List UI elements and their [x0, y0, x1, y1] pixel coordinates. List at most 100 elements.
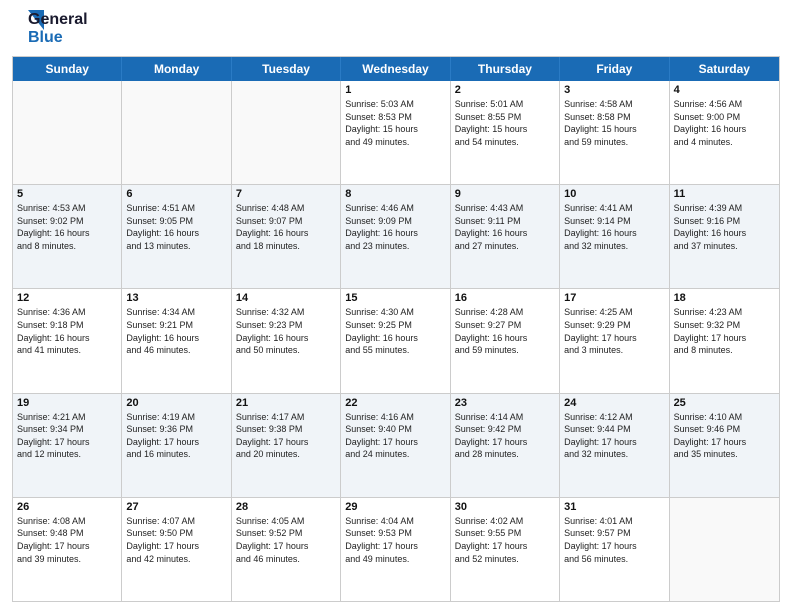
day-info: Sunrise: 4:48 AM Sunset: 9:07 PM Dayligh…	[236, 202, 336, 252]
cal-cell: 9 Sunrise: 4:43 AM Sunset: 9:11 PM Daylig…	[451, 185, 560, 288]
day-number: 2	[455, 84, 555, 96]
cal-cell: 10 Sunrise: 4:41 AM Sunset: 9:14 PM Dayli…	[560, 185, 669, 288]
cal-cell	[670, 498, 779, 601]
day-number: 15	[345, 292, 445, 304]
cal-cell: 29 Sunrise: 4:04 AM Sunset: 9:53 PM Dayli…	[341, 498, 450, 601]
day-number: 5	[17, 188, 117, 200]
day-number: 29	[345, 501, 445, 513]
day-info: Sunrise: 4:02 AM Sunset: 9:55 PM Dayligh…	[455, 515, 555, 565]
cal-header-friday: Friday	[560, 57, 669, 81]
day-number: 9	[455, 188, 555, 200]
day-info: Sunrise: 4:39 AM Sunset: 9:16 PM Dayligh…	[674, 202, 775, 252]
cal-cell	[232, 81, 341, 184]
day-number: 17	[564, 292, 664, 304]
cal-header-wednesday: Wednesday	[341, 57, 450, 81]
cal-cell: 28 Sunrise: 4:05 AM Sunset: 9:52 PM Dayli…	[232, 498, 341, 601]
cal-cell: 26 Sunrise: 4:08 AM Sunset: 9:48 PM Dayli…	[13, 498, 122, 601]
cal-cell: 8Sunrise: 4:46 AM Sunset: 9:09 PM Daylig…	[341, 185, 450, 288]
cal-cell: 22 Sunrise: 4:16 AM Sunset: 9:40 PM Dayli…	[341, 394, 450, 497]
cal-week-2: 5 Sunrise: 4:53 AM Sunset: 9:02 PM Daylig…	[13, 185, 779, 289]
cal-cell: 11 Sunrise: 4:39 AM Sunset: 9:16 PM Dayli…	[670, 185, 779, 288]
day-number: 22	[345, 397, 445, 409]
cal-cell: 3 Sunrise: 4:58 AM Sunset: 8:58 PM Daylig…	[560, 81, 669, 184]
day-number: 25	[674, 397, 775, 409]
day-info: Sunrise: 4:16 AM Sunset: 9:40 PM Dayligh…	[345, 411, 445, 461]
day-info: Sunrise: 4:51 AM Sunset: 9:05 PM Dayligh…	[126, 202, 226, 252]
logo: GeneralBlue	[12, 10, 88, 48]
day-info: Sunrise: 4:01 AM Sunset: 9:57 PM Dayligh…	[564, 515, 664, 565]
cal-cell: 15 Sunrise: 4:30 AM Sunset: 9:25 PM Dayli…	[341, 289, 450, 392]
cal-cell: 5 Sunrise: 4:53 AM Sunset: 9:02 PM Daylig…	[13, 185, 122, 288]
cal-week-1: 1 Sunrise: 5:03 AM Sunset: 8:53 PM Daylig…	[13, 81, 779, 185]
cal-cell: 7 Sunrise: 4:48 AM Sunset: 9:07 PM Daylig…	[232, 185, 341, 288]
cal-cell: 20 Sunrise: 4:19 AM Sunset: 9:36 PM Dayli…	[122, 394, 231, 497]
day-info: Sunrise: 4:08 AM Sunset: 9:48 PM Dayligh…	[17, 515, 117, 565]
cal-cell: 21Sunrise: 4:17 AM Sunset: 9:38 PM Dayli…	[232, 394, 341, 497]
logo-blue-text: Blue	[28, 29, 88, 47]
day-info: Sunrise: 4:30 AM Sunset: 9:25 PM Dayligh…	[345, 306, 445, 356]
cal-cell: 17 Sunrise: 4:25 AM Sunset: 9:29 PM Dayli…	[560, 289, 669, 392]
day-info: Sunrise: 4:36 AM Sunset: 9:18 PM Dayligh…	[17, 306, 117, 356]
day-number: 12	[17, 292, 117, 304]
day-info: Sunrise: 4:10 AM Sunset: 9:46 PM Dayligh…	[674, 411, 775, 461]
day-number: 28	[236, 501, 336, 513]
cal-cell: 24 Sunrise: 4:12 AM Sunset: 9:44 PM Dayli…	[560, 394, 669, 497]
day-number: 14	[236, 292, 336, 304]
header: GeneralBlue	[12, 10, 780, 48]
day-number: 10	[564, 188, 664, 200]
cal-cell: 19Sunrise: 4:21 AM Sunset: 9:34 PM Dayli…	[13, 394, 122, 497]
day-info: Sunrise: 4:41 AM Sunset: 9:14 PM Dayligh…	[564, 202, 664, 252]
day-info: Sunrise: 4:34 AM Sunset: 9:21 PM Dayligh…	[126, 306, 226, 356]
cal-cell: 4 Sunrise: 4:56 AM Sunset: 9:00 PM Daylig…	[670, 81, 779, 184]
day-info: Sunrise: 4:19 AM Sunset: 9:36 PM Dayligh…	[126, 411, 226, 461]
day-number: 1	[345, 84, 445, 96]
day-info: Sunrise: 4:58 AM Sunset: 8:58 PM Dayligh…	[564, 98, 664, 148]
day-number: 23	[455, 397, 555, 409]
cal-header-thursday: Thursday	[451, 57, 560, 81]
cal-cell: 23 Sunrise: 4:14 AM Sunset: 9:42 PM Dayli…	[451, 394, 560, 497]
day-number: 26	[17, 501, 117, 513]
day-info: Sunrise: 5:01 AM Sunset: 8:55 PM Dayligh…	[455, 98, 555, 148]
day-number: 7	[236, 188, 336, 200]
cal-header-tuesday: Tuesday	[232, 57, 341, 81]
day-info: Sunrise: 4:05 AM Sunset: 9:52 PM Dayligh…	[236, 515, 336, 565]
cal-cell: 2 Sunrise: 5:01 AM Sunset: 8:55 PM Daylig…	[451, 81, 560, 184]
day-info: Sunrise: 4:25 AM Sunset: 9:29 PM Dayligh…	[564, 306, 664, 356]
cal-cell: 31Sunrise: 4:01 AM Sunset: 9:57 PM Dayli…	[560, 498, 669, 601]
day-number: 20	[126, 397, 226, 409]
cal-header-saturday: Saturday	[670, 57, 779, 81]
cal-week-3: 12 Sunrise: 4:36 AM Sunset: 9:18 PM Dayli…	[13, 289, 779, 393]
day-number: 21	[236, 397, 336, 409]
cal-cell: 1 Sunrise: 5:03 AM Sunset: 8:53 PM Daylig…	[341, 81, 450, 184]
day-number: 24	[564, 397, 664, 409]
day-info: Sunrise: 4:56 AM Sunset: 9:00 PM Dayligh…	[674, 98, 775, 148]
day-info: Sunrise: 4:14 AM Sunset: 9:42 PM Dayligh…	[455, 411, 555, 461]
day-info: Sunrise: 4:32 AM Sunset: 9:23 PM Dayligh…	[236, 306, 336, 356]
day-info: Sunrise: 4:21 AM Sunset: 9:34 PM Dayligh…	[17, 411, 117, 461]
day-info: Sunrise: 5:03 AM Sunset: 8:53 PM Dayligh…	[345, 98, 445, 148]
day-info: Sunrise: 4:43 AM Sunset: 9:11 PM Dayligh…	[455, 202, 555, 252]
cal-cell: 14 Sunrise: 4:32 AM Sunset: 9:23 PM Dayli…	[232, 289, 341, 392]
cal-cell: 30Sunrise: 4:02 AM Sunset: 9:55 PM Dayli…	[451, 498, 560, 601]
day-number: 11	[674, 188, 775, 200]
day-number: 13	[126, 292, 226, 304]
cal-cell: 27Sunrise: 4:07 AM Sunset: 9:50 PM Dayli…	[122, 498, 231, 601]
day-info: Sunrise: 4:46 AM Sunset: 9:09 PM Dayligh…	[345, 202, 445, 252]
cal-week-4: 19Sunrise: 4:21 AM Sunset: 9:34 PM Dayli…	[13, 394, 779, 498]
day-info: Sunrise: 4:53 AM Sunset: 9:02 PM Dayligh…	[17, 202, 117, 252]
day-number: 4	[674, 84, 775, 96]
day-number: 16	[455, 292, 555, 304]
day-info: Sunrise: 4:12 AM Sunset: 9:44 PM Dayligh…	[564, 411, 664, 461]
logo-general-text: General	[28, 11, 88, 29]
cal-cell: 13 Sunrise: 4:34 AM Sunset: 9:21 PM Dayli…	[122, 289, 231, 392]
day-info: Sunrise: 4:04 AM Sunset: 9:53 PM Dayligh…	[345, 515, 445, 565]
day-info: Sunrise: 4:23 AM Sunset: 9:32 PM Dayligh…	[674, 306, 775, 356]
day-number: 3	[564, 84, 664, 96]
cal-cell: 16Sunrise: 4:28 AM Sunset: 9:27 PM Dayli…	[451, 289, 560, 392]
cal-cell: 6 Sunrise: 4:51 AM Sunset: 9:05 PM Daylig…	[122, 185, 231, 288]
day-number: 6	[126, 188, 226, 200]
cal-cell: 18 Sunrise: 4:23 AM Sunset: 9:32 PM Dayli…	[670, 289, 779, 392]
cal-week-5: 26 Sunrise: 4:08 AM Sunset: 9:48 PM Dayli…	[13, 498, 779, 601]
cal-cell: 25 Sunrise: 4:10 AM Sunset: 9:46 PM Dayli…	[670, 394, 779, 497]
day-number: 18	[674, 292, 775, 304]
